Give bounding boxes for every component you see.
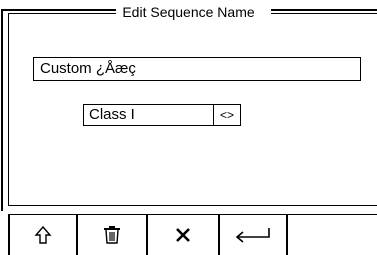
shift-up-arrow-icon: [34, 225, 52, 245]
class-select[interactable]: Class I <>: [83, 104, 241, 126]
trash-icon: [103, 225, 121, 245]
enter-return-icon: [233, 226, 273, 244]
footer-toolbar: [8, 214, 377, 255]
close-x-icon: [174, 226, 192, 244]
class-select-value: Class I: [84, 105, 214, 125]
enter-button[interactable]: [220, 215, 288, 255]
class-select-arrows[interactable]: <>: [214, 105, 240, 125]
dialog-title: Edit Sequence Name: [122, 4, 255, 20]
sequence-name-input[interactable]: Custom ¿Åæç: [33, 57, 361, 81]
shift-button[interactable]: [8, 215, 78, 255]
cancel-button[interactable]: [148, 215, 220, 255]
delete-button[interactable]: [78, 215, 148, 255]
